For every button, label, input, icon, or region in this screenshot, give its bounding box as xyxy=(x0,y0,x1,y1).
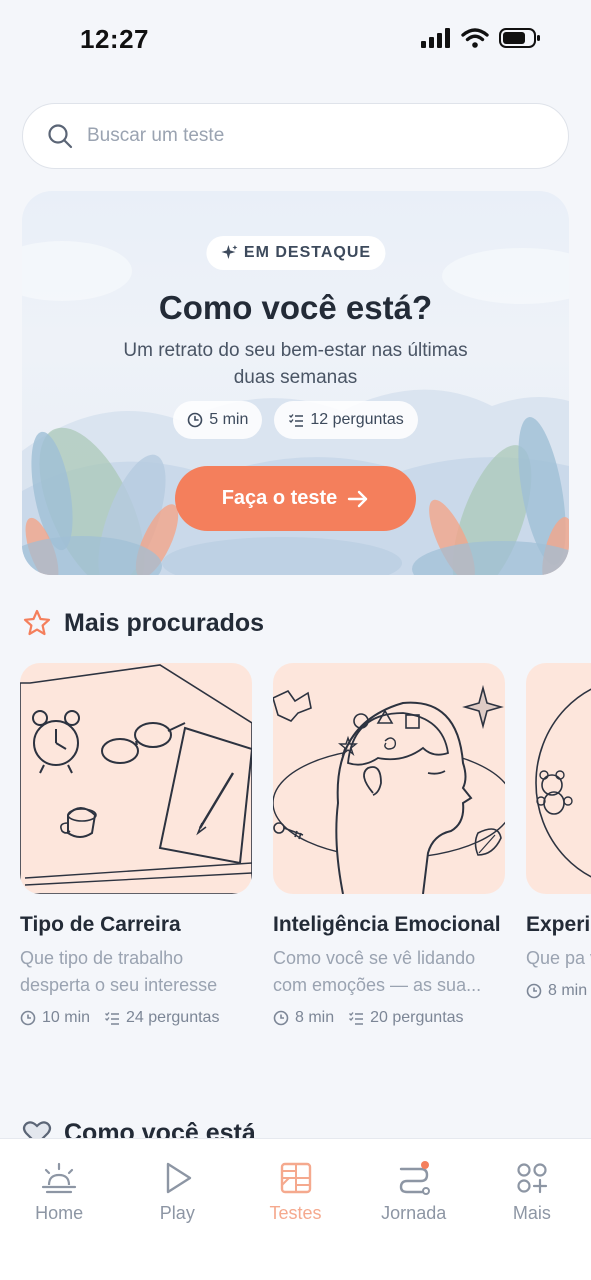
featured-subtitle: Um retrato do seu bem-estar nas últimas … xyxy=(123,340,468,388)
sparkle-icon xyxy=(220,245,237,259)
nav-more[interactable]: Mais xyxy=(473,1139,591,1280)
nav-home[interactable]: Home xyxy=(0,1139,118,1280)
search-icon xyxy=(48,124,73,149)
nav-play[interactable]: Play xyxy=(118,1139,236,1280)
duration-pill: 5 min xyxy=(173,401,263,439)
arrow-right-icon xyxy=(348,490,368,507)
emotional-intelligence-illustration xyxy=(273,663,505,894)
featured-card[interactable]: EM DESTAQUE Como você está? Um retrato d… xyxy=(22,191,569,575)
questions-pill: 12 perguntas xyxy=(274,401,418,439)
featured-title: Como você está? xyxy=(158,289,433,326)
search-input[interactable] xyxy=(87,125,507,147)
popular-section-header: Mais procurados xyxy=(22,608,264,638)
featured-questions: 12 perguntas xyxy=(310,411,404,428)
career-illustration xyxy=(20,663,252,894)
tests-icon xyxy=(280,1162,311,1194)
play-icon xyxy=(167,1162,192,1194)
notification-dot xyxy=(420,1161,429,1169)
card-questions: 24 perguntas xyxy=(104,1009,219,1027)
nav-more-label: Mais xyxy=(512,1203,551,1223)
search-bar[interactable] xyxy=(22,103,569,169)
card-description: Como você se vê lidando com emoções — as… xyxy=(273,948,482,995)
card-meta: 8 min xyxy=(526,982,591,1000)
sunrise-icon xyxy=(41,1162,77,1194)
featured-meta: 5 min 12 perguntas xyxy=(22,401,569,439)
take-test-button[interactable]: Faça o teste xyxy=(175,466,416,531)
wifi-icon xyxy=(461,28,489,48)
card-duration: 8 min xyxy=(273,1009,334,1027)
card-questions: 20 perguntas xyxy=(348,1009,464,1027)
clock-icon xyxy=(20,1010,36,1026)
test-card-emotional-intelligence[interactable]: Inteligência Emocional Como você se vê l… xyxy=(273,663,505,1027)
childhood-illustration xyxy=(526,663,591,894)
card-duration-text: 8 min xyxy=(295,1009,335,1026)
nav-journey[interactable]: Jornada xyxy=(355,1139,473,1280)
card-questions-text: 20 perguntas xyxy=(370,1009,464,1026)
clock-icon xyxy=(526,983,542,999)
card-duration: 10 min xyxy=(20,1009,90,1027)
more-icon xyxy=(517,1163,548,1194)
battery-icon xyxy=(499,28,540,48)
card-description: Que tipo de trabalho desperta o seu inte… xyxy=(20,948,218,995)
card-duration-text: 8 min xyxy=(548,982,588,999)
featured-badge-label: EM DESTAQUE xyxy=(243,244,372,261)
nav-home-label: Home xyxy=(35,1203,84,1223)
card-duration-text: 10 min xyxy=(42,1009,91,1026)
test-card-career[interactable]: Tipo de Carreira Que tipo de trabalho de… xyxy=(20,663,252,1027)
star-icon xyxy=(23,609,51,636)
status-icons xyxy=(421,28,541,48)
popular-carousel[interactable]: Tipo de Carreira Que tipo de trabalho de… xyxy=(20,663,591,1083)
test-card-childhood[interactable]: Experi Infânc Que pa você tro 8 min xyxy=(526,663,591,1000)
checklist-icon xyxy=(105,1012,120,1025)
nav-play-label: Play xyxy=(159,1203,195,1223)
nav-tests-label: Testes xyxy=(269,1203,322,1223)
nav-tests[interactable]: Testes xyxy=(236,1139,354,1280)
checklist-icon xyxy=(349,1012,364,1025)
checklist-icon xyxy=(289,414,304,427)
card-title: Tipo de Carreira xyxy=(20,913,181,936)
card-description: Que pa você tro xyxy=(526,948,591,968)
featured-badge: EM DESTAQUE xyxy=(205,236,386,270)
take-test-label: Faça o teste xyxy=(221,487,338,509)
bottom-navigation: Home Play Testes Jornada Mais xyxy=(0,1138,591,1280)
card-title: Experi Infânc xyxy=(526,913,591,936)
card-questions-text: 24 perguntas xyxy=(126,1009,220,1026)
popular-title: Mais procurados xyxy=(64,608,265,637)
status-time: 12:27 xyxy=(80,24,149,54)
nav-journey-label: Jornada xyxy=(381,1203,447,1223)
card-duration: 8 min xyxy=(526,982,587,1000)
card-meta: 8 min 20 perguntas xyxy=(273,1009,505,1027)
card-meta: 10 min 24 perguntas xyxy=(20,1009,252,1027)
signal-icon xyxy=(421,28,450,48)
card-title: Inteligência Emocional xyxy=(273,913,501,936)
clock-icon xyxy=(273,1010,289,1026)
status-bar: 12:27 xyxy=(0,0,591,80)
clock-icon xyxy=(187,412,203,428)
featured-duration: 5 min xyxy=(209,411,249,428)
